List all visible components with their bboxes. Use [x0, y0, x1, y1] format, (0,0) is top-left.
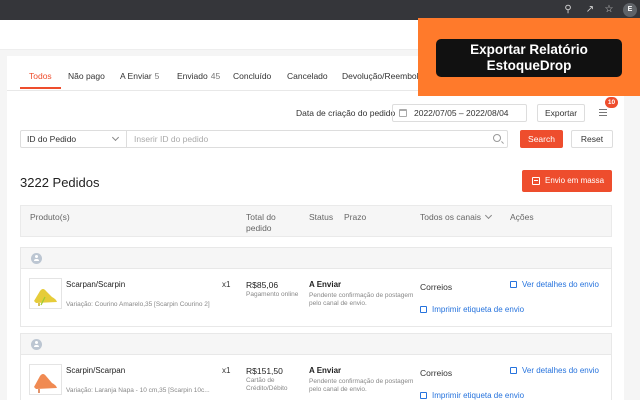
carrier-name: Correios — [420, 368, 453, 378]
list-icon — [599, 109, 607, 110]
order-header — [21, 334, 611, 355]
profile-avatar[interactable]: E — [623, 3, 637, 17]
order-total: R$151,50 — [246, 366, 283, 376]
search-bar: ID do Pedido — [20, 130, 508, 148]
date-filter-label: Data de criação do pedido — [296, 108, 396, 118]
document-icon — [510, 367, 517, 374]
status-description: Pendente confirmação de postagem pelo ca… — [309, 378, 414, 393]
payment-method: Pagamento online — [246, 291, 299, 298]
column-product: Produto(s) — [30, 212, 70, 222]
buyer-avatar-icon — [31, 253, 42, 264]
column-status: Status — [309, 212, 334, 222]
view-shipping-details-link[interactable]: Ver detalhes do envio — [510, 366, 599, 375]
view-shipping-details-link[interactable]: Ver detalhes do envio — [510, 280, 599, 289]
search-icon[interactable] — [493, 134, 501, 142]
reset-button[interactable]: Reset — [571, 130, 613, 148]
date-range-picker[interactable]: 2022/07/05 – 2022/08/04 — [392, 104, 527, 122]
star-icon[interactable]: ☆ — [603, 4, 615, 16]
product-name[interactable]: Scarpan/Scarpin — [66, 280, 125, 289]
column-total: Total do pedido — [246, 212, 276, 233]
product-variation: Variação: Laranja Napa - 10 cm,35 [Scarp… — [66, 387, 210, 394]
product-thumbnail[interactable] — [29, 364, 62, 395]
export-report-button[interactable]: Exportar Relatório EstoqueDrop — [436, 39, 622, 77]
payment-method: Cartão de Crédito/Débito — [246, 377, 288, 392]
column-deadline: Prazo — [344, 212, 367, 222]
order-status: A Enviar — [309, 280, 342, 289]
table-header: Produto(s) Total do pedido Status Prazo … — [20, 205, 612, 237]
product-quantity: x1 — [222, 366, 231, 375]
export-promo-banner: Exportar Relatório EstoqueDrop — [418, 18, 640, 96]
channel-filter-dropdown[interactable]: Todos os canais — [420, 211, 492, 223]
printer-icon — [420, 392, 427, 399]
print-label-link[interactable]: Imprimir etiqueta de envio — [420, 305, 524, 314]
column-actions: Ações — [510, 212, 534, 222]
printer-icon — [420, 306, 427, 313]
order-card: Scarpin/Scarpan Variação: Laranja Napa -… — [20, 333, 612, 400]
bulk-ship-button[interactable]: Envio em massa — [522, 170, 612, 192]
browser-toolbar: ⚲ ↗ ☆ E — [0, 0, 640, 20]
chevron-down-icon — [484, 211, 492, 220]
export-button[interactable]: Exportar — [537, 104, 585, 122]
product-quantity: x1 — [222, 280, 231, 289]
zoom-icon[interactable]: ⚲ — [562, 4, 574, 16]
carrier-name: Correios — [420, 282, 453, 292]
product-variation: Variação: Courino Amarelo,35 [Scarpin Co… — [66, 301, 210, 308]
buyer-avatar-icon — [31, 339, 42, 350]
calendar-icon — [399, 109, 407, 117]
order-status: A Enviar — [309, 366, 342, 375]
document-icon — [510, 281, 517, 288]
order-header — [21, 248, 611, 269]
shipping-box-icon — [532, 177, 540, 185]
chevron-down-icon — [111, 133, 120, 142]
status-description: Pendente confirmação de postagem pelo ca… — [309, 292, 414, 307]
orders-count: 3222 Pedidos — [20, 175, 100, 190]
order-id-input[interactable] — [128, 131, 498, 147]
share-icon[interactable]: ↗ — [584, 4, 596, 16]
order-card: Scarpan/Scarpin Variação: Courino Amarel… — [20, 247, 612, 327]
search-button[interactable]: Search — [520, 130, 563, 148]
search-field-select[interactable]: ID do Pedido — [21, 131, 127, 147]
notification-badge: 10 — [605, 97, 618, 108]
product-name[interactable]: Scarpin/Scarpan — [66, 366, 125, 375]
product-thumbnail[interactable] — [29, 278, 62, 309]
order-total: R$85,06 — [246, 280, 279, 290]
print-label-link[interactable]: Imprimir etiqueta de envio — [420, 391, 524, 400]
active-tab-indicator — [20, 87, 61, 89]
